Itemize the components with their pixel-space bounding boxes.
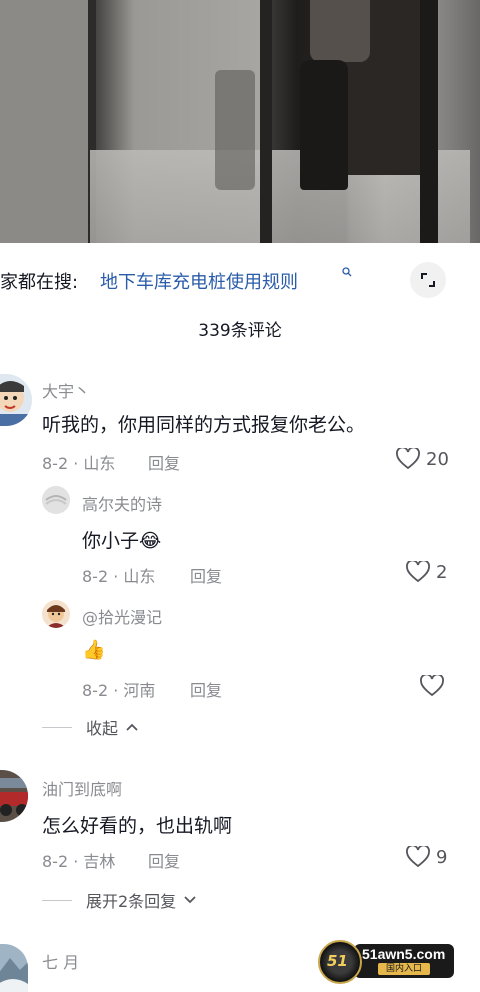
reply-meta: 8-2 · 山东 xyxy=(82,567,156,586)
video-figure-torso xyxy=(310,0,370,62)
comment-meta: 8-2 · 山东 xyxy=(42,454,116,473)
avatar[interactable] xyxy=(0,374,32,426)
comment-author[interactable]: 大宇丶 xyxy=(42,378,90,402)
collapse-label: 收起 xyxy=(86,719,119,738)
comment-count: 339条评论 xyxy=(198,321,282,341)
reply-author[interactable]: 高尔夫的诗 xyxy=(82,491,162,515)
like-button[interactable]: 9 xyxy=(406,846,447,868)
fullscreen-button[interactable] xyxy=(410,262,446,298)
avatar[interactable] xyxy=(42,486,70,514)
video-figure-legs xyxy=(300,60,348,190)
search-prefix: 家都在搜: xyxy=(0,272,79,293)
video-door-frame-right xyxy=(420,0,438,243)
video-wall-left xyxy=(0,0,90,243)
search-suggestion[interactable]: 家都在搜: 地下车库充电桩使用规则 xyxy=(0,258,480,302)
video-frame[interactable] xyxy=(0,0,480,243)
reply-button[interactable]: 回复 xyxy=(190,677,222,701)
reply-meta: 8-2 · 河南 xyxy=(82,681,156,700)
watermark-banner: 51awn5.com 国内入口 xyxy=(354,944,454,978)
like-count: 9 xyxy=(436,846,448,868)
heart-icon xyxy=(406,561,430,583)
reply-button[interactable]: 回复 xyxy=(148,450,180,474)
watermark-logo: 51awn5.com 国内入口 51 xyxy=(318,940,458,984)
chevron-down-icon xyxy=(184,896,196,904)
collapse-replies-button[interactable]: 收起 xyxy=(42,715,138,739)
watermark-badge-text: 51 xyxy=(327,952,348,970)
reply-text-content: 你小子 xyxy=(82,530,140,552)
reply-text[interactable]: 👍 xyxy=(82,638,106,661)
comment-author[interactable]: 油门到底啊 xyxy=(42,776,122,800)
watermark-badge: 51 xyxy=(318,940,362,984)
video-figure-shadow xyxy=(215,70,255,190)
like-button[interactable]: 20 xyxy=(396,448,449,470)
like-count: 20 xyxy=(426,448,449,470)
watermark-sub: 国内入口 xyxy=(378,963,430,975)
reply-text[interactable]: 你小子😂 xyxy=(82,526,161,553)
avatar[interactable] xyxy=(0,770,28,822)
expand-label: 展开2条回复 xyxy=(86,892,177,911)
heart-icon xyxy=(396,448,420,470)
comment-meta: 8-2 · 吉林 xyxy=(42,852,116,871)
like-count: 2 xyxy=(436,561,448,583)
expand-replies-button[interactable]: 展开2条回复 xyxy=(42,888,196,912)
chevron-up-icon xyxy=(126,723,138,731)
laughing-emoji-icon: 😂 xyxy=(139,530,162,552)
thumbs-up-emoji-icon: 👍 xyxy=(82,639,106,661)
like-button[interactable]: 2 xyxy=(406,561,447,583)
divider xyxy=(42,899,72,901)
comment-author[interactable]: 七 月 xyxy=(42,949,79,973)
divider xyxy=(42,726,72,728)
reply-button[interactable]: 回复 xyxy=(148,848,180,872)
watermark-domain: 51awn5.com xyxy=(362,946,446,962)
reply-button[interactable]: 回复 xyxy=(190,563,222,587)
video-door-frame xyxy=(260,0,272,243)
reply-author[interactable]: @拾光漫记 xyxy=(82,604,162,628)
comment-text[interactable]: 听我的，你用同样的方式报复你老公。 xyxy=(42,410,365,437)
expand-icon xyxy=(421,273,435,287)
avatar[interactable] xyxy=(42,600,70,628)
search-query-link[interactable]: 地下车库充电桩使用规则 xyxy=(100,268,298,294)
heart-icon xyxy=(406,846,430,868)
avatar[interactable] xyxy=(0,944,28,992)
comment-text[interactable]: 怎么好看的，也出轨啊 xyxy=(42,811,232,838)
search-icon xyxy=(342,266,352,280)
like-button[interactable] xyxy=(420,675,450,697)
heart-icon xyxy=(420,675,444,697)
